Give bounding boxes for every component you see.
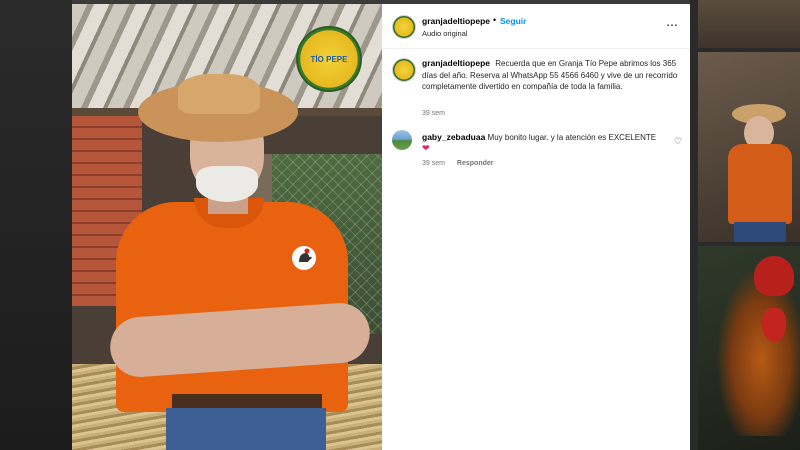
background-thumbnail	[698, 52, 800, 242]
rooster-emblem-icon	[292, 246, 316, 270]
audio-label[interactable]: Audio original	[422, 29, 467, 38]
backdrop-right	[690, 0, 800, 450]
separator-dot: •	[493, 15, 497, 25]
caption-username-link[interactable]: granjadeltiopepe	[422, 58, 490, 68]
more-options-icon[interactable]: ⋯	[666, 18, 679, 32]
heart-emoji-icon: ❤	[422, 143, 430, 153]
avatar[interactable]	[392, 58, 416, 82]
background-thumbnail	[698, 246, 800, 450]
post-details-panel: granjadeltiopepe • Seguir Audio original…	[382, 4, 690, 450]
logo-text: TÍO PEPE	[310, 54, 348, 64]
caption-timestamp: 39 sem	[422, 110, 445, 117]
comment-text: gaby_zebaduaa Muy bonito lugar. y la ate…	[422, 132, 662, 154]
backdrop-left	[0, 0, 72, 450]
follow-button[interactable]: Seguir	[500, 16, 526, 26]
presenter-figure	[102, 74, 382, 450]
reply-button[interactable]: Responder	[457, 160, 494, 167]
comment-meta: 39 sem Responder	[422, 160, 493, 167]
background-thumbnail	[698, 0, 800, 48]
rooster-wattle	[762, 308, 786, 342]
comment-body: Muy bonito lugar. y la atención es EXCEL…	[487, 133, 657, 142]
avatar[interactable]	[392, 15, 416, 39]
comment-timestamp: 39 sem	[422, 160, 445, 167]
username-link[interactable]: granjadeltiopepe	[422, 16, 490, 26]
caption-text: granjadeltiopepe Recuerda que en Granja …	[422, 58, 684, 93]
commenter-avatar[interactable]	[392, 130, 412, 150]
background-person-image	[720, 92, 792, 242]
video-player[interactable]: TÍO PEPE	[72, 4, 382, 450]
like-heart-icon[interactable]: ♡	[674, 136, 682, 147]
rooster-comb	[754, 256, 794, 296]
post-header: granjadeltiopepe • Seguir Audio original…	[382, 4, 690, 49]
comment-username-link[interactable]: gaby_zebaduaa	[422, 132, 485, 142]
